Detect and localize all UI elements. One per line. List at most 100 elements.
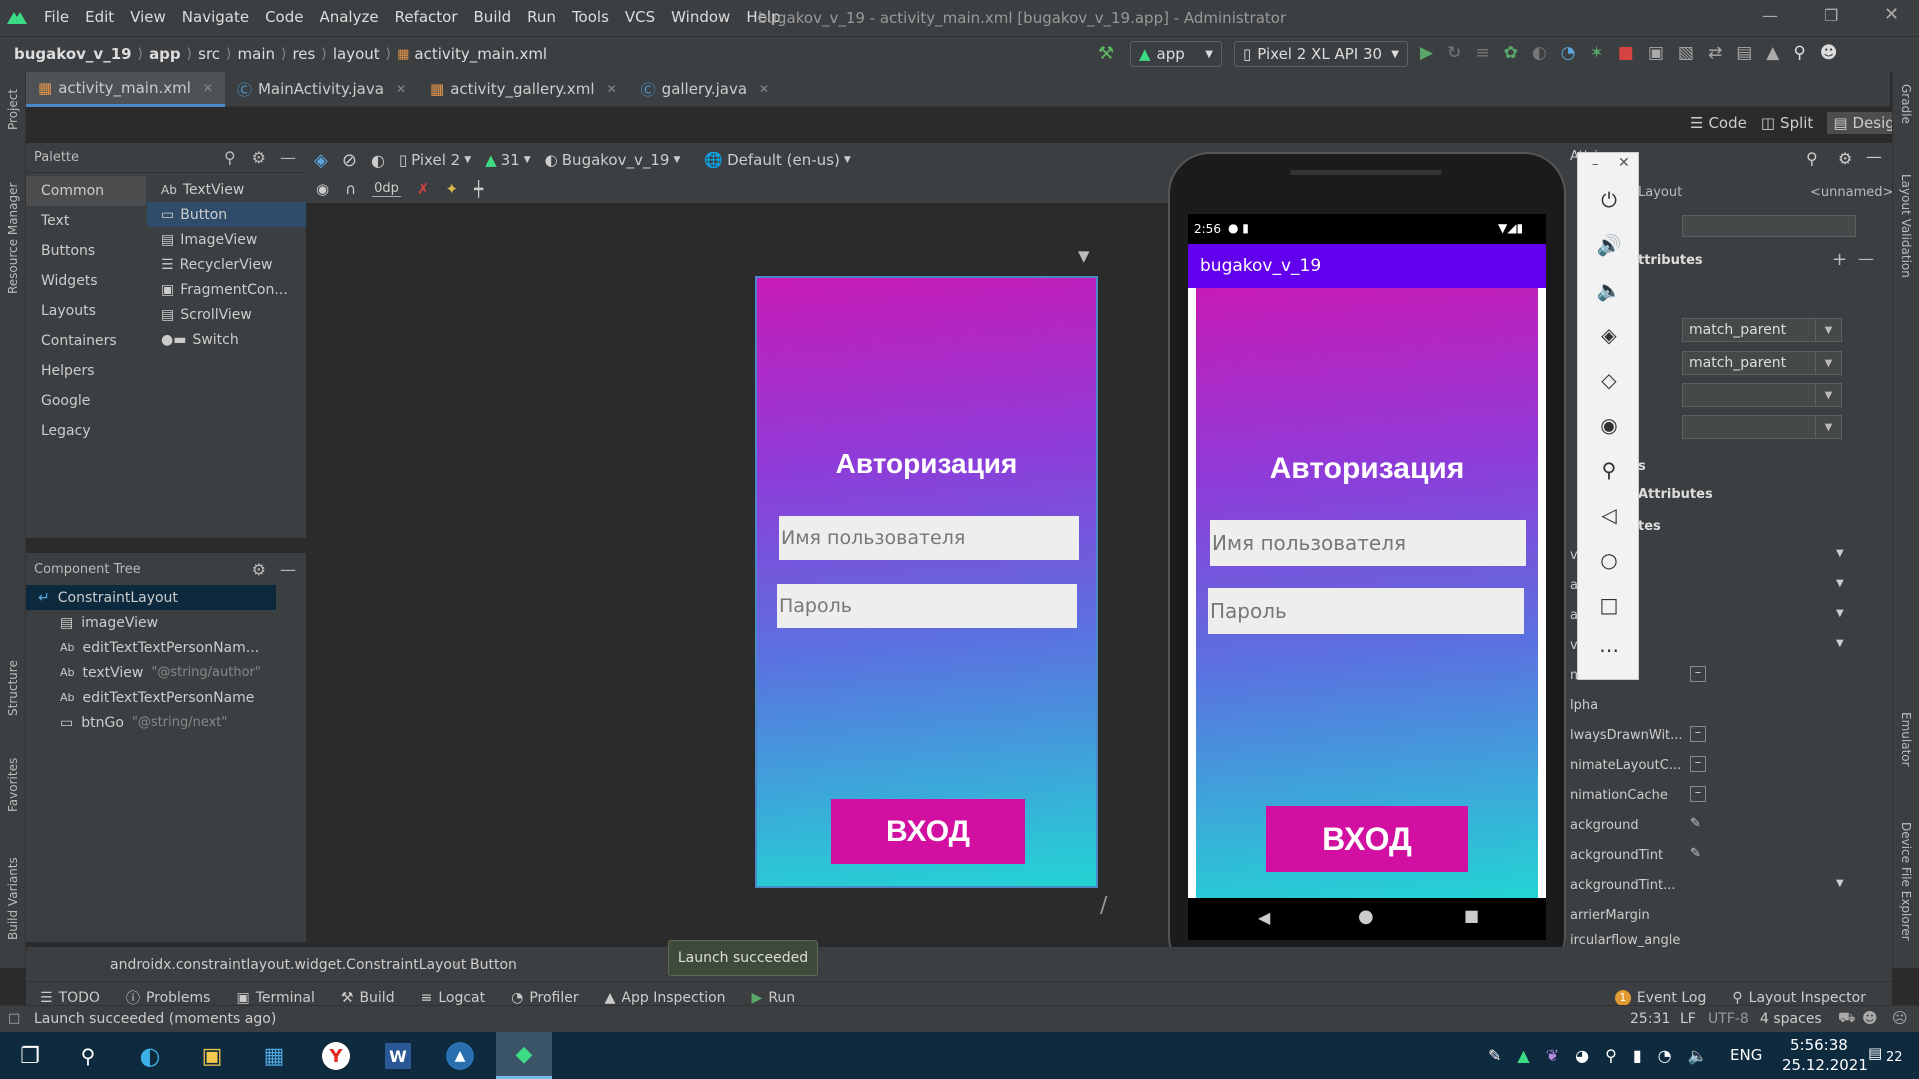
clock-time[interactable]: 5:56:38 — [1790, 1036, 1848, 1054]
device-file-explorer-tool-button[interactable]: Device File Explorer — [1899, 822, 1913, 941]
chevron-down-icon[interactable]: ▼ — [1836, 548, 1844, 559]
run-icon[interactable]: ▶ — [1420, 43, 1433, 63]
tree-node[interactable]: Ab textView "@string/author" — [26, 660, 306, 685]
palette-item[interactable]: ▭ Button — [147, 202, 306, 227]
attribute-row[interactable]: ackground ✎ — [1566, 811, 1876, 841]
notification-center-icon[interactable]: ▤ — [1868, 1044, 1882, 1062]
theme-select[interactable]: ◐ Bugakov_v_19 ▼ — [545, 151, 681, 169]
menu-window[interactable]: Window — [671, 8, 730, 26]
rerun-icon[interactable]: ↻ — [1447, 43, 1461, 63]
layers-icon[interactable]: ◈ — [314, 150, 328, 171]
palette-item[interactable]: Ab TextView — [147, 177, 306, 202]
flag-checkbox[interactable]: – — [1690, 756, 1706, 772]
palette-item[interactable]: ▣ FragmentCon... — [147, 277, 306, 302]
attribute-row[interactable]: arrierMargin — [1566, 901, 1876, 931]
preview-login-button[interactable]: ВХОД — [831, 799, 1025, 864]
flag-checkbox[interactable]: – — [1690, 726, 1706, 742]
search-icon[interactable]: ⚲ — [224, 148, 236, 167]
infer-constraints-icon[interactable]: ✦ — [445, 180, 458, 198]
volume-up-icon[interactable]: 🔊 — [1580, 222, 1638, 267]
event-log-tool-button[interactable]: 1 Event Log — [1614, 989, 1706, 1006]
avd-manager-icon[interactable]: ▤ — [1736, 43, 1752, 63]
menu-run[interactable]: Run — [527, 8, 556, 26]
project-structure-icon[interactable]: ▣ — [1648, 43, 1664, 63]
attribute-row[interactable]: ircularflow_angle — [1566, 931, 1876, 947]
speaker-icon[interactable]: 🔈 — [1688, 1046, 1708, 1065]
device-preview-select[interactable]: ▯ Pixel 2 ▼ — [399, 151, 471, 169]
menu-navigate[interactable]: Navigate — [182, 8, 249, 26]
section-declared-attributes[interactable]: ttributes — [1638, 253, 1703, 268]
chevron-down-icon[interactable]: ▼ — [1836, 878, 1844, 889]
eyedropper-icon[interactable]: ✎ — [1690, 846, 1701, 861]
attach-debugger-icon[interactable]: ◐ — [1532, 43, 1547, 63]
chevron-down-icon[interactable]: ▼ — [1836, 638, 1844, 649]
more-icon[interactable]: ⋯ — [1580, 627, 1638, 672]
camera-icon[interactable]: ◉ — [1580, 402, 1638, 447]
clock-date[interactable]: 25.12.2021 — [1782, 1056, 1868, 1074]
logcat-tool-button[interactable]: ≡ Logcat — [421, 990, 486, 1006]
menu-file[interactable]: File — [44, 8, 69, 26]
resize-handle-icon[interactable]: ∕ — [1100, 893, 1107, 918]
menu-view[interactable]: View — [130, 8, 166, 26]
minimize-icon[interactable]: — — [1762, 6, 1778, 25]
rotate-left-icon[interactable]: ◈ — [1580, 312, 1638, 357]
locale-select[interactable]: 🌐 Default (en-us) ▼ — [704, 151, 850, 169]
terminal-tool-button[interactable]: ▣ Terminal — [236, 990, 314, 1006]
clear-constraints-icon[interactable]: ✗ — [417, 180, 430, 198]
section-common-attributes[interactable]: Attributes — [1638, 487, 1713, 502]
guidelines-icon[interactable]: ┿ — [474, 180, 483, 198]
palette-category[interactable]: Common — [26, 176, 146, 206]
layout-validation-tool-button[interactable]: Layout Validation — [1899, 174, 1913, 278]
api-level-select[interactable]: ▲ 31 ▼ — [485, 151, 531, 169]
debug-attach-icon[interactable]: ✶ — [1590, 43, 1604, 63]
palette-item[interactable]: ●▬ Switch — [147, 327, 306, 352]
file-explorer-icon[interactable]: ▣ — [192, 1038, 232, 1074]
run-config-select[interactable]: ▲ app ▼ — [1130, 41, 1222, 67]
sync-icon[interactable]: ⇄ — [1708, 43, 1722, 63]
close-window-icon[interactable]: ✕ — [1884, 4, 1899, 25]
attribute-select[interactable]: ▼ — [1682, 383, 1842, 407]
app-inspection-tool-button[interactable]: ▲ App Inspection — [605, 990, 726, 1006]
app-icon[interactable]: ▲ — [440, 1038, 480, 1074]
store-icon[interactable]: ▦ — [254, 1038, 294, 1074]
debug-icon[interactable]: ✿ — [1504, 43, 1518, 63]
structure-tool-button[interactable]: Structure — [6, 660, 20, 716]
restore-icon[interactable]: ❐ — [1824, 6, 1838, 25]
breadcrumb-main[interactable]: main — [238, 45, 275, 63]
edge-browser-icon[interactable]: ◐ — [130, 1038, 170, 1074]
back-icon[interactable]: ◀ — [1258, 908, 1270, 927]
palette-item[interactable]: ☰ RecyclerView — [147, 252, 306, 277]
breadcrumb-res[interactable]: res — [292, 45, 315, 63]
code-mode-button[interactable]: ☰ Code — [1690, 114, 1747, 132]
eyedropper-icon[interactable]: ✎ — [1690, 816, 1701, 831]
menu-refactor[interactable]: Refactor — [395, 8, 458, 26]
profile-icon[interactable]: ◔ — [1561, 43, 1576, 63]
todo-tool-button[interactable]: ☰ TODO — [40, 990, 100, 1006]
default-margin-field[interactable]: 0dp — [372, 181, 401, 197]
minimize-panel-icon[interactable]: — — [1866, 147, 1882, 166]
tree-node-root[interactable]: ↵ ConstraintLayout — [26, 585, 276, 610]
microphone-icon[interactable]: ⚲ — [1605, 1046, 1617, 1065]
project-tool-button[interactable]: Project — [6, 89, 20, 130]
memory-indicator-icon[interactable]: ☹ — [1892, 1009, 1908, 1027]
section-layout[interactable]: s — [1638, 459, 1646, 474]
layout-height-select[interactable]: match_parent ▼ — [1682, 351, 1842, 375]
tab-main-activity[interactable]: Ⓒ MainActivity.java ✕ — [225, 72, 418, 107]
split-mode-button[interactable]: ◫ Split — [1761, 114, 1813, 132]
build-tool-button[interactable]: ⚒ Build — [341, 990, 395, 1006]
file-encoding[interactable]: UTF-8 — [1708, 1011, 1749, 1027]
palette-category[interactable]: Legacy — [26, 416, 146, 446]
menu-code[interactable]: Code — [265, 8, 303, 26]
power-icon[interactable]: ⏻ — [1580, 177, 1638, 222]
attribute-row[interactable]: ackgroundTint... ▼ — [1566, 871, 1876, 901]
breadcrumb-project[interactable]: bugakov_v_19 — [14, 45, 132, 63]
overview-icon[interactable]: □ — [1580, 582, 1638, 627]
app-login-button[interactable]: ВХОД — [1266, 806, 1468, 872]
yandex-browser-icon[interactable]: Y — [316, 1038, 356, 1074]
palette-category[interactable]: Buttons — [26, 236, 146, 266]
minimize-icon[interactable]: – — [1592, 157, 1599, 172]
preview-username-field[interactable]: Имя пользователя — [779, 516, 1079, 560]
gradle-tool-button[interactable]: Gradle — [1899, 84, 1913, 124]
orientation-icon[interactable]: ⊘ — [342, 150, 357, 171]
apply-changes-icon[interactable]: ≡ — [1475, 43, 1489, 63]
